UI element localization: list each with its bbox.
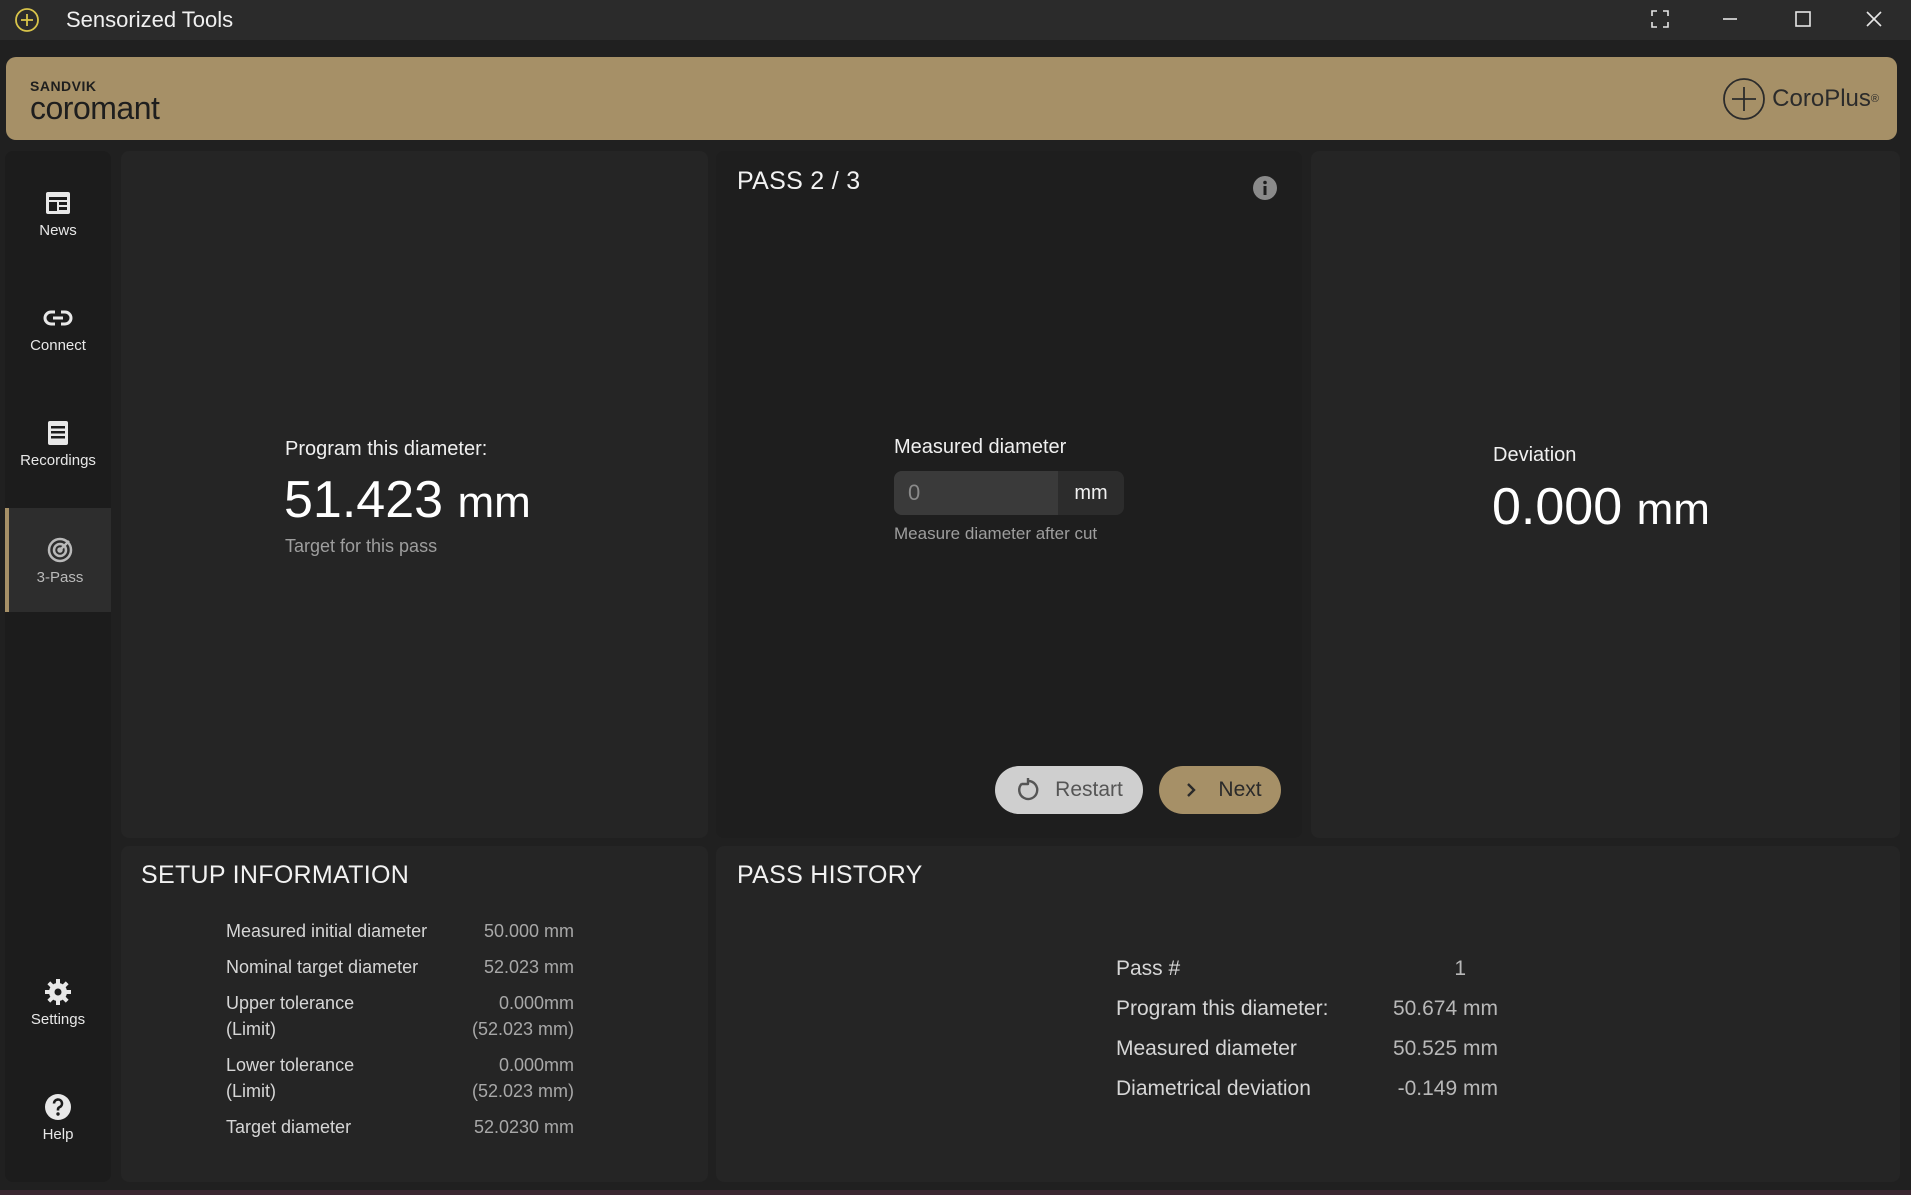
setup-row: Target diameter 52.0230 mm xyxy=(226,1114,574,1140)
next-label: Next xyxy=(1218,778,1262,801)
setup-key: Lower tolerance xyxy=(226,1055,355,1075)
minimize-button[interactable] xyxy=(1712,4,1748,34)
news-icon xyxy=(46,191,70,214)
history-row: Measured diameter 50.525 mm xyxy=(1116,1037,1498,1065)
setup-value: 0.000mm xyxy=(498,1055,574,1075)
info-icon[interactable] xyxy=(1252,175,1278,201)
history-title: PASS HISTORY xyxy=(737,861,923,889)
registered-mark: ® xyxy=(1870,93,1879,105)
setup-key-sub: (Limit) xyxy=(226,1019,276,1039)
program-label: Program this diameter: xyxy=(285,438,488,460)
sidebar-item-help[interactable]: Help xyxy=(5,1065,111,1169)
chevron-right-icon xyxy=(1187,783,1197,797)
fullscreen-icon xyxy=(1651,10,1669,28)
sidebar-item-news[interactable]: News xyxy=(5,161,111,265)
measured-diameter-unit: mm xyxy=(1074,481,1108,504)
app-icon xyxy=(15,8,39,32)
target-icon xyxy=(47,537,73,562)
sidebar-item-label: Connect xyxy=(30,336,86,354)
sidebar-item-label: 3-Pass xyxy=(36,568,84,586)
next-button[interactable]: Next xyxy=(1159,766,1281,814)
measured-diameter-hint: Measure diameter after cut xyxy=(894,524,1098,543)
pass-title: PASS 2 / 3 xyxy=(737,167,861,195)
restart-label: Restart xyxy=(1055,778,1123,801)
history-row: Pass # 1 xyxy=(1116,957,1498,985)
history-value: -0.149 mm xyxy=(1397,1077,1498,1100)
history-key: Program this diameter: xyxy=(1116,997,1329,1020)
close-button[interactable] xyxy=(1856,4,1892,34)
help-icon xyxy=(45,1093,71,1120)
fullscreen-button[interactable] xyxy=(1642,4,1678,34)
restart-icon xyxy=(1018,778,1039,801)
history-key: Diametrical deviation xyxy=(1116,1077,1311,1100)
history-key: Measured diameter xyxy=(1116,1037,1297,1060)
setup-value: 50.000 mm xyxy=(483,921,574,941)
brand-coromant: coromant xyxy=(30,90,160,126)
close-icon xyxy=(1866,11,1882,27)
measured-diameter-label: Measured diameter xyxy=(894,436,1067,458)
brand-header: SANDVIK coromant CoroPlus ® xyxy=(6,57,1897,140)
sidebar-item-label: Help xyxy=(42,1125,74,1143)
history-value: 50.674 mm xyxy=(1392,997,1498,1020)
sidebar-item-label: Recordings xyxy=(20,451,96,469)
sidebar-item-recordings[interactable]: Recordings xyxy=(5,391,111,495)
coroplus-text: CoroPlus xyxy=(1772,85,1871,112)
maximize-button[interactable] xyxy=(1785,4,1821,34)
history-key: Pass # xyxy=(1116,957,1181,980)
sidebar: News Connect Recordings 3-Pass Settings … xyxy=(5,151,111,1182)
deviation-label: Deviation xyxy=(1493,444,1577,466)
setup-value-sub: (52.023 mm) xyxy=(471,1081,574,1101)
setup-row: Upper tolerance (Limit) 0.000mm (52.023 … xyxy=(226,990,574,1042)
program-unit: mm xyxy=(457,478,531,527)
deviation-value: 0.000 mm xyxy=(1492,477,1710,537)
title-bar: Sensorized Tools xyxy=(0,0,1911,40)
history-value: 50.525 mm xyxy=(1392,1037,1498,1060)
sidebar-item-connect[interactable]: Connect xyxy=(5,276,111,380)
setup-key: Target diameter xyxy=(226,1117,352,1137)
deviation-unit: mm xyxy=(1636,485,1710,534)
deviation-number: 0.000 xyxy=(1492,478,1623,536)
program-hint: Target for this pass xyxy=(285,536,438,556)
measured-diameter-input[interactable] xyxy=(894,471,1058,515)
minimize-icon xyxy=(1723,18,1737,20)
gear-icon xyxy=(45,978,71,1005)
setup-row: Lower tolerance (Limit) 0.000mm (52.023 … xyxy=(226,1052,574,1104)
setup-row: Nominal target diameter 52.023 mm xyxy=(226,954,574,980)
sandvik-coromant-logo: SANDVIK coromant xyxy=(30,79,160,126)
history-value: 1 xyxy=(1454,957,1466,980)
restart-button[interactable]: Restart xyxy=(995,766,1143,814)
link-icon xyxy=(43,310,73,325)
setup-value: 52.023 mm xyxy=(483,957,574,977)
maximize-icon xyxy=(1795,11,1811,27)
setup-key: Measured initial diameter xyxy=(226,921,428,941)
window-title: Sensorized Tools xyxy=(66,7,234,32)
history-row: Diametrical deviation -0.149 mm xyxy=(1116,1077,1498,1105)
sidebar-item-label: Settings xyxy=(30,1010,86,1028)
setup-value: 52.0230 mm xyxy=(473,1117,574,1137)
sidebar-item-3-pass[interactable]: 3-Pass xyxy=(5,508,111,612)
setup-key: Upper tolerance xyxy=(226,993,355,1013)
sidebar-item-settings[interactable]: Settings xyxy=(5,950,111,1054)
setup-key: Nominal target diameter xyxy=(226,957,419,977)
sidebar-item-label: News xyxy=(39,221,77,239)
program-diameter-value: 51.423 mm xyxy=(284,470,531,530)
setup-key-sub: (Limit) xyxy=(226,1081,276,1101)
setup-title: SETUP INFORMATION xyxy=(141,861,410,889)
taskbar-edge xyxy=(0,1190,1911,1195)
setup-row: Measured initial diameter 50.000 mm xyxy=(226,918,574,944)
setup-value: 0.000mm xyxy=(498,993,574,1013)
program-value: 51.423 xyxy=(284,471,444,529)
coroplus-plus-icon xyxy=(1723,78,1766,120)
coroplus-logo: CoroPlus ® xyxy=(1722,77,1879,121)
recordings-icon xyxy=(48,420,68,445)
history-row: Program this diameter: 50.674 mm xyxy=(1116,997,1498,1025)
setup-value-sub: (52.023 mm) xyxy=(471,1019,574,1039)
measured-diameter-field: mm xyxy=(894,471,1124,515)
